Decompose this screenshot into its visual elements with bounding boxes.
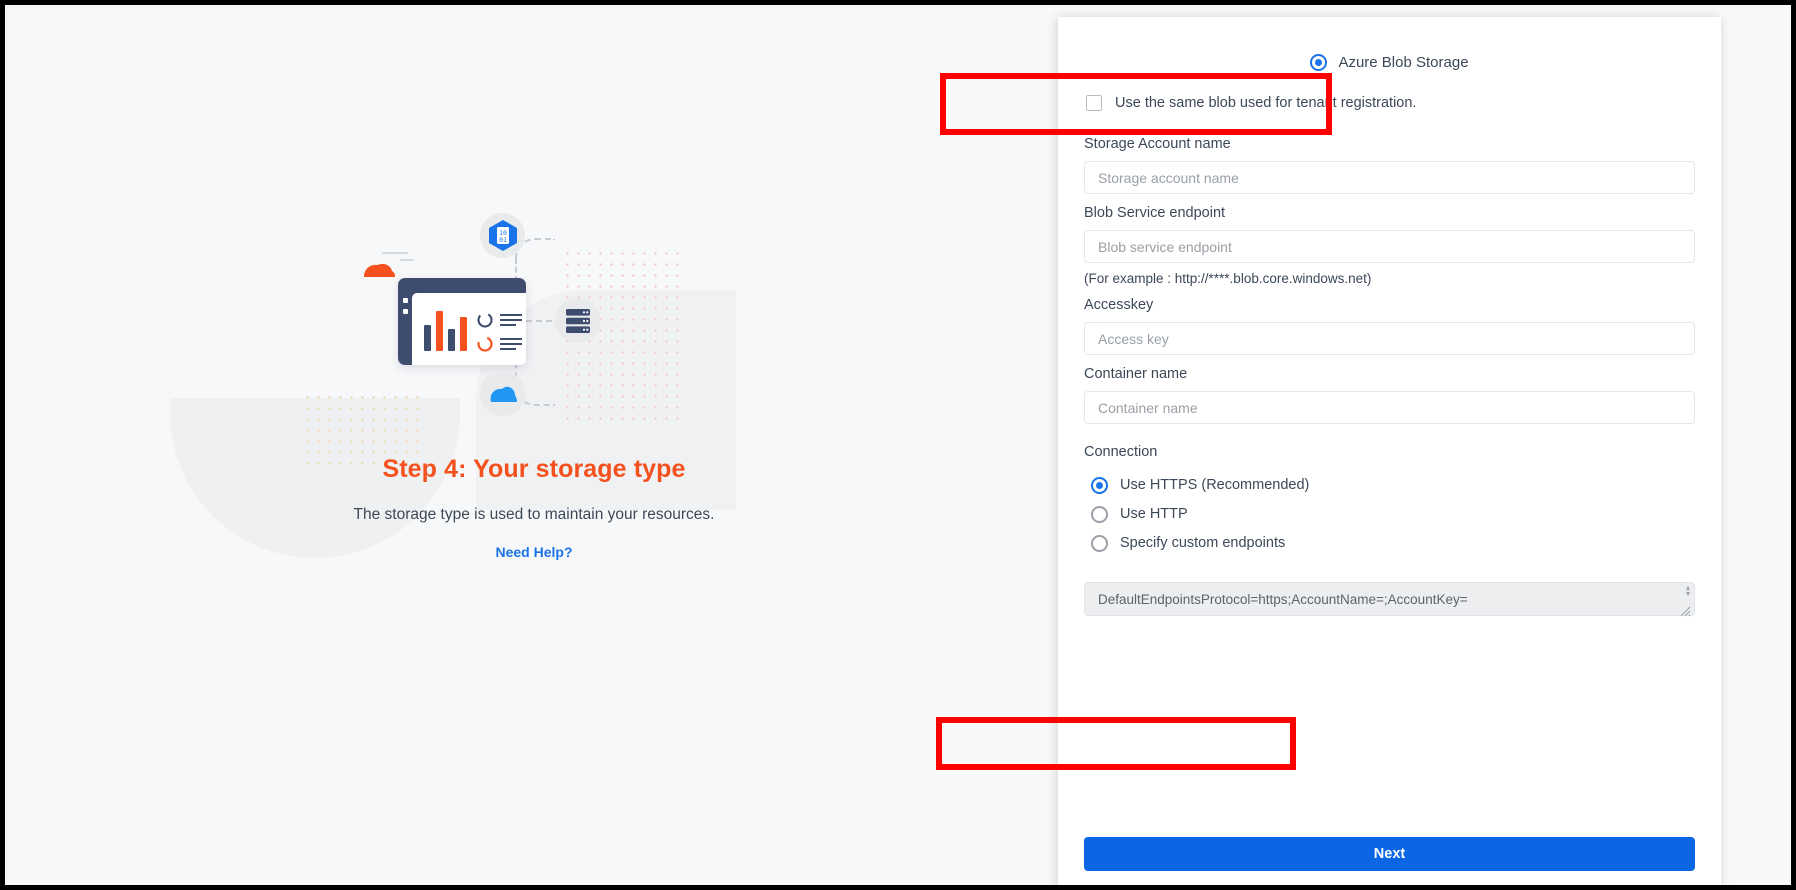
same-blob-checkbox-row[interactable]: Use the same blob used for tenant regist… bbox=[1084, 81, 1695, 125]
container-name-field-group: Container name bbox=[1084, 366, 1695, 424]
storage-config-form: Azure Blob Storage Use the same blob use… bbox=[1058, 17, 1721, 885]
blob-endpoint-field-group: Blob Service endpoint (For example : htt… bbox=[1084, 205, 1695, 286]
need-help-link[interactable]: Need Help? bbox=[495, 544, 572, 560]
connection-label: Connection bbox=[1084, 444, 1158, 460]
connection-string-textarea[interactable] bbox=[1084, 582, 1695, 616]
connection-option-https[interactable]: Use HTTPS (Recommended) bbox=[1084, 471, 1695, 499]
page-subtitle: The storage type is used to maintain you… bbox=[353, 506, 715, 523]
left-text-block: Step 4: Your storage type The storage ty… bbox=[10, 455, 1058, 562]
mini-bar-chart bbox=[424, 311, 468, 351]
window-dot-2 bbox=[403, 309, 408, 314]
same-blob-checkbox[interactable] bbox=[1086, 95, 1102, 111]
dashboard-window-illustration bbox=[398, 278, 526, 365]
database-server-icon bbox=[555, 298, 600, 343]
storage-account-field-group: Storage Account name bbox=[1084, 136, 1695, 194]
next-button[interactable]: Next bbox=[1084, 837, 1695, 871]
same-blob-checkbox-label: Use the same blob used for tenant regist… bbox=[1115, 95, 1417, 111]
stepper-arrows-icon: ▴ ▾ bbox=[1685, 583, 1690, 598]
binary-data-hexagon-icon: 10 01 bbox=[480, 213, 525, 258]
blob-endpoint-label: Blob Service endpoint bbox=[1084, 205, 1226, 221]
mini-donut-chart-navy bbox=[477, 312, 493, 328]
blob-endpoint-hint: (For example : http://****.blob.core.win… bbox=[1084, 271, 1372, 286]
storage-account-input[interactable] bbox=[1084, 161, 1695, 194]
window-dot-1 bbox=[403, 298, 408, 303]
radio-use-https[interactable] bbox=[1091, 476, 1108, 494]
connection-string-wrapper: ▴▾ bbox=[1084, 582, 1695, 621]
radio-azure-blob-storage[interactable] bbox=[1310, 53, 1328, 71]
connection-options-group: Connection Use HTTPS (Recommended) Use H… bbox=[1084, 444, 1695, 557]
svg-text:01: 01 bbox=[499, 236, 507, 244]
cloud-line-1 bbox=[382, 252, 408, 254]
connection-option-label: Use HTTP bbox=[1120, 506, 1188, 522]
mini-donut-chart-orange bbox=[477, 336, 493, 352]
blue-cloud-icon bbox=[480, 371, 525, 416]
left-illustration-pane: 10 01 Step 4: Your storage type The stor… bbox=[10, 10, 1058, 885]
connection-option-label: Use HTTPS (Recommended) bbox=[1120, 477, 1310, 493]
connection-option-custom[interactable]: Specify custom endpoints bbox=[1084, 529, 1695, 557]
dashboard-screen bbox=[412, 293, 526, 365]
storage-account-label: Storage Account name bbox=[1084, 136, 1231, 152]
connection-option-label: Specify custom endpoints bbox=[1120, 535, 1286, 551]
orange-cloud-icon bbox=[362, 262, 396, 277]
screenshot-frame: 10 01 Step 4: Your storage type The stor… bbox=[0, 0, 1796, 890]
cloud-line-2 bbox=[400, 259, 414, 261]
container-name-label: Container name bbox=[1084, 366, 1188, 382]
storage-type-selector[interactable]: Azure Blob Storage bbox=[1084, 17, 1695, 77]
accesskey-input[interactable] bbox=[1084, 322, 1695, 355]
accesskey-label: Accesskey bbox=[1084, 297, 1154, 313]
container-name-input[interactable] bbox=[1084, 391, 1695, 424]
radio-specify-custom-endpoints[interactable] bbox=[1091, 534, 1108, 552]
accesskey-field-group: Accesskey bbox=[1084, 297, 1695, 355]
radio-use-http[interactable] bbox=[1091, 505, 1108, 523]
blob-endpoint-input[interactable] bbox=[1084, 230, 1695, 263]
page-title: Step 4: Your storage type bbox=[382, 455, 686, 483]
connection-option-http[interactable]: Use HTTP bbox=[1084, 500, 1695, 528]
storage-type-label: Azure Blob Storage bbox=[1338, 53, 1469, 71]
